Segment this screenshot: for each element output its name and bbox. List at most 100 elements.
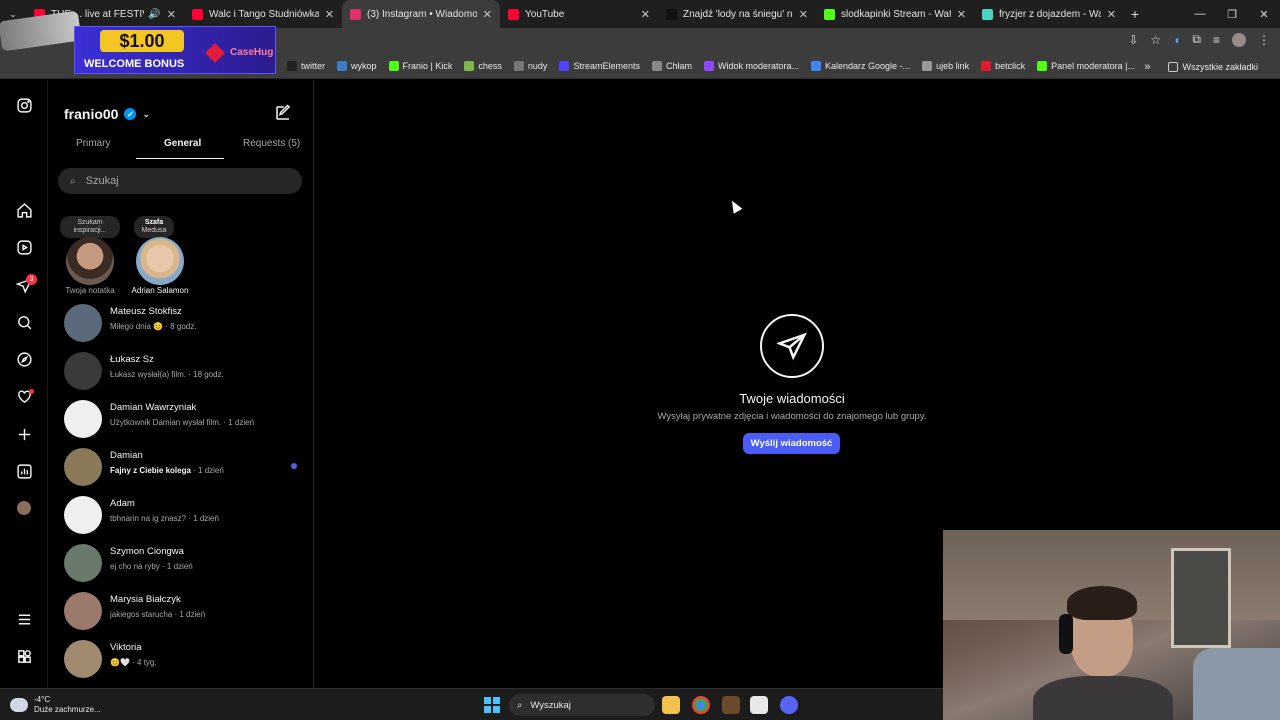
app-icon[interactable] xyxy=(722,696,740,714)
webcam-overlay xyxy=(943,530,1280,720)
close-tab-icon[interactable]: ✕ xyxy=(799,8,808,21)
toolbar-icons: ⇩ ☆ ◖ ⧉ ≡ ⋮ xyxy=(1128,32,1270,47)
bookmark-favicon-icon xyxy=(337,61,348,71)
note-bubble[interactable]: Szafa Medusa xyxy=(134,216,174,238)
search-input[interactable] xyxy=(85,175,266,187)
tab-title: fryzjer z dojazdem - Warszawa xyxy=(999,8,1101,20)
start-button[interactable] xyxy=(484,697,500,713)
media-control-icon[interactable]: ≡ xyxy=(1213,33,1220,47)
new-tab-button[interactable]: + xyxy=(1124,6,1146,22)
all-bookmarks[interactable]: Wszystkie zakładki xyxy=(1168,62,1258,72)
menu-icon[interactable]: ⋮ xyxy=(1258,33,1270,47)
browser-tab[interactable]: fryzjer z dojazdem - Warszawa ✕ xyxy=(974,0,1124,28)
more-menu-icon[interactable] xyxy=(15,610,33,628)
browser-tab[interactable]: YouTube ✕ xyxy=(500,0,658,28)
taskbar-search[interactable]: ⌕ Wyszukaj xyxy=(509,694,655,716)
close-window-button[interactable]: ✕ xyxy=(1248,8,1280,21)
extensions-puzzle-icon[interactable]: ⧉ xyxy=(1192,32,1201,47)
close-tab-icon[interactable]: ✕ xyxy=(957,8,966,21)
chat-avatar xyxy=(64,544,102,582)
weather-widget[interactable]: -4°C Duże zachmurze... xyxy=(10,695,101,715)
bookmark-label: Kalendarz Google -... xyxy=(825,61,911,71)
bookmark-star-icon[interactable]: ☆ xyxy=(1150,33,1161,47)
profile-avatar-icon[interactable] xyxy=(15,499,33,517)
bookmark-item[interactable]: Panel moderatora |... xyxy=(1037,61,1135,71)
close-tab-icon[interactable]: ✕ xyxy=(641,8,650,21)
chat-row[interactable]: Szymon Ciongwa ej cho na ryby · 1 dzień xyxy=(48,540,314,588)
new-message-icon[interactable] xyxy=(274,104,292,122)
bookmark-item[interactable]: nudy xyxy=(513,61,547,71)
profile-avatar[interactable] xyxy=(1232,32,1246,47)
bookmark-item[interactable]: betclick xyxy=(981,61,1025,71)
search-icon[interactable] xyxy=(15,313,33,331)
bookmark-item[interactable]: wykop xyxy=(337,61,377,71)
tab-title: slodkapinki Stream - Watch Liv xyxy=(841,8,951,20)
note-bubble[interactable]: Szukam inspiracji... xyxy=(60,216,120,238)
tab-favicon-icon xyxy=(350,8,361,20)
minimize-button[interactable]: — xyxy=(1184,8,1216,20)
tab-requests[interactable]: Requests (5) xyxy=(243,138,300,149)
close-tab-icon[interactable]: ✕ xyxy=(483,8,492,21)
chat-row[interactable]: Damian Fajny z Ciebie kolega · 1 dzień xyxy=(48,444,314,492)
chat-name: Mateusz Stokfisz xyxy=(110,306,182,317)
bookmark-label: ujeb link xyxy=(936,61,970,71)
bookmark-item[interactable]: chess xyxy=(464,61,502,71)
chat-row[interactable]: Łukasz Sz Łukasz wysłał(a) film. · 18 god… xyxy=(48,348,314,396)
my-note-avatar[interactable] xyxy=(66,237,114,285)
casehug-ad-overlay[interactable]: $1.00 WELCOME BONUS CaseHug xyxy=(0,6,276,74)
active-tab-indicator xyxy=(136,158,224,159)
ad-text: WELCOME BONUS xyxy=(84,58,185,70)
browser-tab[interactable]: slodkapinki Stream - Watch Liv ✕ xyxy=(816,0,974,28)
bookmark-label: twitter xyxy=(301,61,326,71)
note-caption: Twoja notatka xyxy=(65,286,115,295)
browser-tab[interactable]: (3) Instagram • Wiadomości ✕ xyxy=(342,0,500,28)
discord-icon[interactable] xyxy=(780,696,798,714)
more-bookmarks-icon[interactable]: » xyxy=(1144,61,1150,73)
friend-note-avatar[interactable] xyxy=(136,237,184,285)
close-tab-icon[interactable]: ✕ xyxy=(1107,8,1116,21)
chat-row[interactable]: Mateusz Stokfisz Miłego dnia 😊 · 8 godz. xyxy=(48,300,314,348)
chat-preview: jakiegos starucha · 1 dzień xyxy=(110,610,206,619)
bookmark-label: Chłam xyxy=(665,61,692,71)
file-explorer-icon[interactable] xyxy=(662,696,680,714)
empty-subtitle: Wysyłaj prywatne zdjęcia i wiadomości do… xyxy=(657,411,927,422)
explore-icon[interactable] xyxy=(15,350,33,368)
account-switcher[interactable]: franio00 ✓ ⌄ xyxy=(64,106,150,122)
chat-row[interactable]: Adam tbhnarin na ig znasz? · 1 dzień xyxy=(48,492,314,540)
instagram-logo-icon[interactable] xyxy=(15,96,33,114)
chrome-icon[interactable] xyxy=(692,696,710,714)
messages-panel: franio00 ✓ ⌄ Primary General Requests (5… xyxy=(48,80,314,688)
install-app-icon[interactable]: ⇩ xyxy=(1128,33,1138,47)
maximize-button[interactable]: ❐ xyxy=(1216,8,1248,21)
chat-preview: Fajny z Ciebie kolega · 1 dzień xyxy=(110,466,224,475)
chat-row[interactable]: Marysia Białczyk jakiegos starucha · 1 dz… xyxy=(48,588,314,636)
snipping-tool-icon[interactable] xyxy=(750,696,768,714)
chat-row[interactable]: Viktoria 😊🤍 · 4 tyg. xyxy=(48,636,314,684)
window-controls: — ❐ ✕ xyxy=(1184,0,1280,28)
chat-avatar xyxy=(64,640,102,678)
chat-name: Marysia Białczyk xyxy=(110,594,181,605)
bookmark-item[interactable]: Kalendarz Google -... xyxy=(811,61,910,71)
send-message-button[interactable]: Wyślij wiadomość xyxy=(743,433,840,454)
extension-icon[interactable]: ◖ xyxy=(1173,33,1180,47)
bookmark-item[interactable]: ujeb link xyxy=(922,61,969,71)
tab-general[interactable]: General xyxy=(164,138,201,149)
bookmark-label: betclick xyxy=(995,61,1026,71)
reels-icon[interactable] xyxy=(15,238,33,256)
bookmark-item[interactable]: StreamElements xyxy=(559,61,640,71)
bookmark-item[interactable]: Franio | Kick xyxy=(388,61,452,71)
bookmark-item[interactable]: Chłam xyxy=(651,61,692,71)
chat-name: Viktoria xyxy=(110,642,142,653)
bookmark-item[interactable]: Widok moderatora... xyxy=(703,61,799,71)
search-box[interactable]: ⌕ xyxy=(58,168,302,194)
home-icon[interactable] xyxy=(15,201,33,219)
create-plus-icon[interactable] xyxy=(15,425,33,443)
close-tab-icon[interactable]: ✕ xyxy=(325,8,334,21)
browser-tab[interactable]: Znajdź 'lody na śniegu' na TikT ✕ xyxy=(658,0,816,28)
chat-row[interactable]: Damian Wawrzyniak Użytkownik Damian wysła… xyxy=(48,396,314,444)
tab-primary[interactable]: Primary xyxy=(76,138,110,149)
knife-image xyxy=(0,10,82,52)
also-from-meta-icon[interactable] xyxy=(15,647,33,665)
dashboard-icon[interactable] xyxy=(15,462,33,480)
bookmark-item[interactable]: twitter xyxy=(287,61,325,71)
